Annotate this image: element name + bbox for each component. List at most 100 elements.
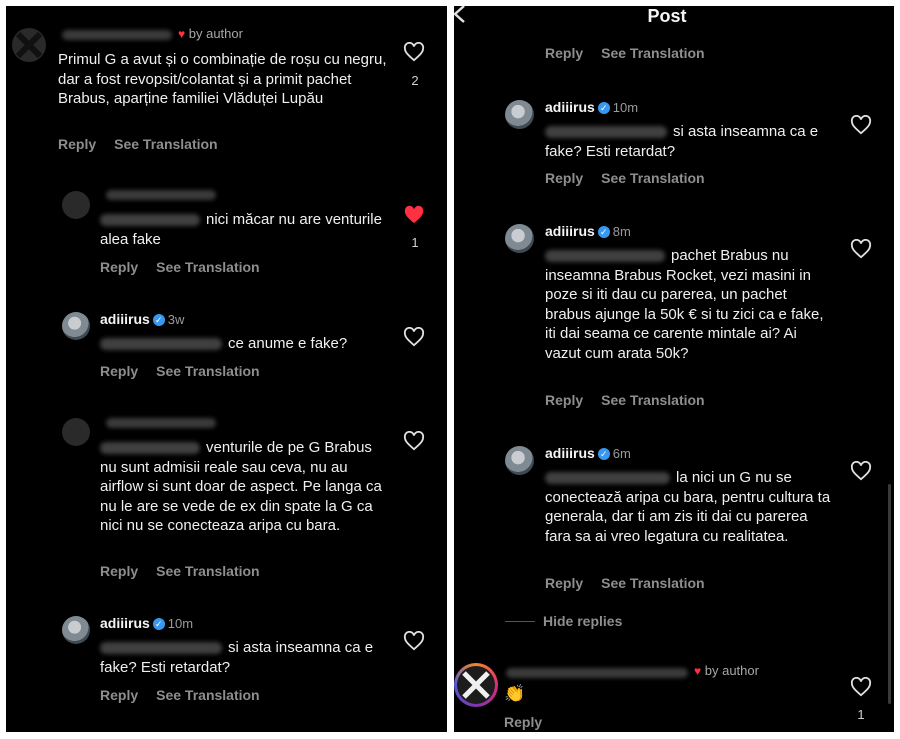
see-translation-button[interactable]: See Translation: [601, 45, 704, 61]
comment-actions: Reply See Translation: [100, 687, 278, 703]
reply-button[interactable]: Reply: [58, 136, 96, 152]
username[interactable]: adiiirus: [545, 445, 595, 461]
comment-actions: Reply See Translation: [545, 45, 723, 61]
avatar-adiiirus[interactable]: [62, 616, 90, 644]
see-translation-button[interactable]: See Translation: [156, 259, 259, 275]
redacted-mention: [545, 250, 665, 263]
see-translation-button[interactable]: See Translation: [156, 363, 259, 379]
comment-body: pachet Brabus nu inseamna Brabus Rocket,…: [545, 247, 824, 362]
redacted-username: [106, 418, 216, 428]
like-heart-icon[interactable]: [850, 239, 872, 259]
timestamp: 3w: [167, 312, 185, 327]
right-screenshot-panel: Post Reply See Translation adiiirus ✓ 10m s…: [454, 6, 894, 732]
reply-button[interactable]: Reply: [545, 575, 583, 591]
author-like-badge: ♥ by author: [694, 663, 759, 678]
divider: [505, 621, 535, 622]
timestamp: 6m: [612, 446, 631, 461]
like-heart-icon[interactable]: [850, 115, 872, 135]
avatar-adiiirus[interactable]: [62, 312, 90, 340]
like-count: 1: [857, 707, 865, 722]
comment-header: adiiirus ✓ 6m: [545, 445, 631, 463]
like-heart-icon[interactable]: [403, 631, 425, 651]
reply-button[interactable]: Reply: [100, 563, 138, 579]
verified-badge-icon: ✓: [152, 313, 165, 326]
redacted-mention: [100, 214, 200, 227]
reply-button[interactable]: Reply: [545, 45, 583, 61]
redacted-username: [62, 30, 172, 40]
reply-button[interactable]: Reply: [100, 687, 138, 703]
verified-badge-icon: ✓: [597, 225, 610, 238]
redacted-x-icon: [462, 671, 490, 699]
verified-badge-icon: ✓: [597, 447, 610, 460]
reply-button[interactable]: Reply: [545, 170, 583, 186]
redacted-mention: [545, 472, 670, 485]
liked-heart-icon[interactable]: [403, 205, 425, 225]
comment-header: adiiirus ✓ 3w: [100, 311, 184, 329]
comment-actions: Reply See Translation: [58, 136, 236, 152]
redacted-x-icon: [15, 31, 43, 59]
scrollbar[interactable]: [888, 484, 891, 704]
reply-button[interactable]: Reply: [504, 714, 542, 730]
reply-button[interactable]: Reply: [100, 259, 138, 275]
comment-text: nici măcar nu are venturile alea fake: [100, 210, 390, 249]
small-heart-icon: ♥: [178, 27, 186, 41]
username[interactable]: adiiirus: [100, 311, 150, 327]
like-heart-icon[interactable]: [403, 431, 425, 451]
see-translation-button[interactable]: See Translation: [156, 563, 259, 579]
comment-actions: Reply See Translation: [545, 575, 723, 591]
see-translation-button[interactable]: See Translation: [114, 136, 217, 152]
verified-badge-icon: ✓: [152, 617, 165, 630]
by-author-label: by author: [704, 663, 759, 678]
comment-actions: Reply See Translation: [545, 170, 723, 186]
redacted-mention: [100, 338, 222, 351]
avatar-adiiirus[interactable]: [505, 100, 534, 129]
like-heart-icon[interactable]: [403, 42, 425, 62]
redacted-username: [106, 190, 216, 200]
comment-actions: Reply: [504, 714, 560, 730]
by-author-label: by author: [188, 26, 243, 41]
left-screenshot-panel: ♥ by author Primul G a avut și o combina…: [6, 6, 447, 732]
comment-text: venturile de pe G Brabus nu sunt admisii…: [100, 438, 390, 536]
avatar-redacted[interactable]: [62, 418, 90, 446]
avatar-redacted[interactable]: [12, 28, 46, 62]
see-translation-button[interactable]: See Translation: [601, 575, 704, 591]
comment-header: adiiirus ✓ 10m: [545, 99, 638, 117]
timestamp: 10m: [612, 100, 639, 115]
comment-actions: Reply See Translation: [100, 259, 278, 275]
avatar-story-ring[interactable]: [454, 663, 498, 707]
clapping-emoji: 👏: [504, 684, 526, 703]
avatar-redacted[interactable]: [62, 191, 90, 219]
like-count: 2: [411, 73, 419, 88]
like-heart-icon[interactable]: [403, 327, 425, 347]
author-like-badge: ♥ by author: [178, 26, 243, 41]
comment-body: ce anume e fake?: [228, 335, 348, 352]
like-count: 1: [411, 235, 419, 250]
comment-text: la nici un G nu se conectează aripa cu b…: [545, 468, 835, 546]
avatar-adiiirus[interactable]: [505, 446, 534, 475]
like-heart-icon[interactable]: [850, 461, 872, 481]
comment-header: adiiirus ✓ 10m: [100, 615, 193, 633]
username[interactable]: adiiirus: [545, 99, 595, 115]
redacted-username: [506, 668, 688, 678]
comment-text: si asta inseamna ca e fake? Esti retarda…: [100, 638, 390, 677]
see-translation-button[interactable]: See Translation: [601, 392, 704, 408]
redacted-mention: [100, 442, 200, 455]
see-translation-button[interactable]: See Translation: [156, 687, 259, 703]
timestamp: 8m: [612, 224, 631, 239]
comment-text: si asta inseamna ca e fake? Esti retarda…: [545, 122, 830, 161]
username[interactable]: adiiirus: [100, 615, 150, 631]
see-translation-button[interactable]: See Translation: [601, 170, 704, 186]
redacted-mention: [545, 126, 667, 139]
comment-header: adiiirus ✓ 8m: [545, 223, 631, 241]
reply-button[interactable]: Reply: [545, 392, 583, 408]
timestamp: 10m: [167, 616, 194, 631]
comment-actions: Reply See Translation: [545, 392, 723, 408]
comment-text: pachet Brabus nu inseamna Brabus Rocket,…: [545, 246, 835, 363]
like-heart-icon[interactable]: [850, 677, 872, 697]
reply-button[interactable]: Reply: [100, 363, 138, 379]
avatar-redacted: [457, 666, 495, 704]
redacted-mention: [100, 642, 222, 655]
avatar-adiiirus[interactable]: [505, 224, 534, 253]
hide-replies-button[interactable]: Hide replies: [543, 613, 622, 629]
username[interactable]: adiiirus: [545, 223, 595, 239]
